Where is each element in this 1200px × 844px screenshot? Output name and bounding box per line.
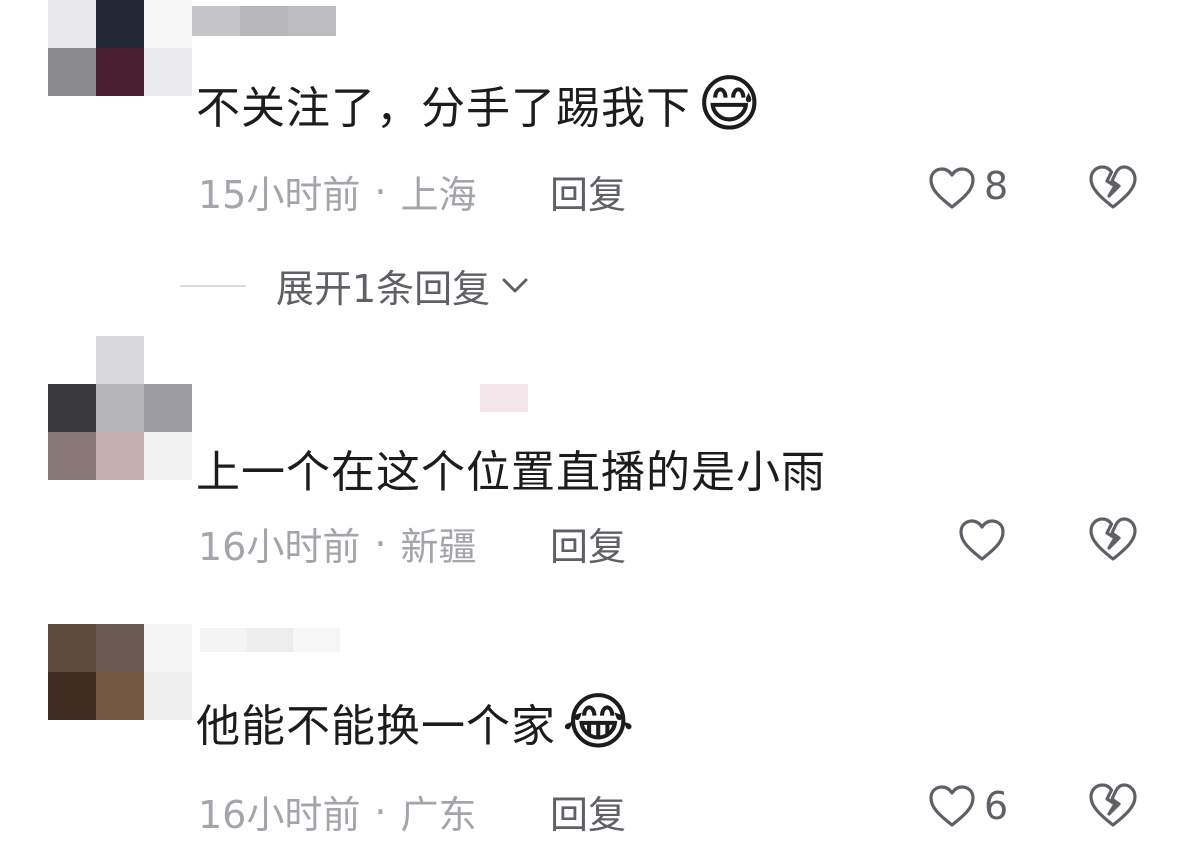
comment-time: 16小时前 bbox=[198, 793, 361, 837]
like-button[interactable] bbox=[926, 780, 978, 832]
heart-outline-icon bbox=[959, 519, 1005, 561]
comment-time: 16小时前 bbox=[198, 525, 361, 569]
like-count: 8 bbox=[984, 164, 1009, 208]
chevron-down-icon bbox=[502, 278, 528, 292]
like-button[interactable] bbox=[926, 162, 978, 214]
reply-button[interactable]: 回复 bbox=[550, 164, 626, 219]
comment-location: 新疆 bbox=[400, 525, 477, 569]
comment-text-content: 他能不能换一个家 bbox=[196, 701, 556, 752]
meta-separator: · bbox=[374, 169, 387, 214]
comment-meta: 15小时前 · 上海 bbox=[198, 164, 476, 219]
heart-outline-icon bbox=[929, 167, 975, 209]
expand-replies-label: 展开1条回复 bbox=[276, 267, 491, 311]
comment-location: 广东 bbox=[400, 793, 477, 837]
comment-text: 他能不能换一个家 😂 bbox=[196, 690, 635, 754]
comment-meta: 16小时前 · 新疆 bbox=[198, 516, 476, 571]
dislike-button[interactable] bbox=[1086, 512, 1140, 566]
heart-outline-icon bbox=[929, 785, 975, 827]
comment-text: 不关注了，分手了踢我下 😅 bbox=[196, 72, 763, 136]
comment-text-content: 上一个在这个位置直播的是小雨 bbox=[196, 447, 826, 498]
divider bbox=[180, 284, 246, 287]
avatar-decoration bbox=[96, 336, 144, 384]
expand-replies-button[interactable]: 展开1条回复 bbox=[180, 258, 530, 313]
tears-of-joy-emoji-icon: 😂 bbox=[562, 685, 636, 758]
comment-meta: 16小时前 · 广东 bbox=[198, 784, 476, 839]
meta-separator: · bbox=[374, 521, 387, 566]
avatar[interactable] bbox=[48, 384, 192, 480]
username-blurred[interactable] bbox=[480, 384, 528, 412]
comment-text: 上一个在这个位置直播的是小雨 bbox=[196, 436, 826, 500]
reply-button[interactable]: 回复 bbox=[550, 516, 626, 571]
reply-button[interactable]: 回复 bbox=[550, 784, 626, 839]
like-button[interactable] bbox=[956, 514, 1008, 566]
broken-heart-icon bbox=[1089, 517, 1137, 561]
comment-text-content: 不关注了，分手了踢我下 bbox=[196, 83, 691, 134]
meta-separator: · bbox=[374, 789, 387, 834]
username-blurred[interactable] bbox=[192, 6, 336, 36]
dislike-button[interactable] bbox=[1086, 160, 1140, 214]
dislike-button[interactable] bbox=[1086, 778, 1140, 832]
like-count: 6 bbox=[984, 784, 1009, 828]
username-blurred[interactable] bbox=[200, 628, 341, 652]
comment-location: 上海 bbox=[400, 173, 477, 217]
avatar[interactable] bbox=[48, 624, 192, 720]
avatar[interactable] bbox=[48, 0, 192, 96]
broken-heart-icon bbox=[1089, 783, 1137, 827]
grinning-sweat-emoji-icon: 😅 bbox=[697, 67, 763, 140]
broken-heart-icon bbox=[1089, 165, 1137, 209]
comment-time: 15小时前 bbox=[198, 173, 361, 217]
